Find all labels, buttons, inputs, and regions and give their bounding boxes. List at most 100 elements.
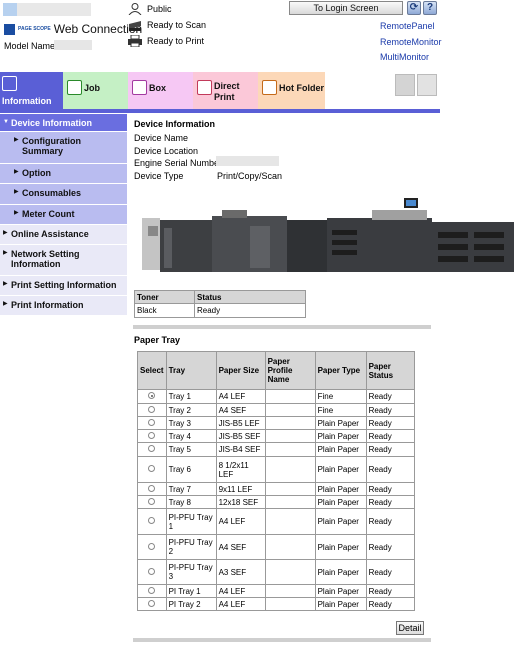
sidebar-item-print-information[interactable]: ▶ Print Information <box>0 296 127 316</box>
sidebar-item-label: Meter Count <box>22 209 75 219</box>
toner-header-status: Status <box>194 290 306 304</box>
sidebar-item-online-assistance[interactable]: ▶ Online Assistance <box>0 225 127 245</box>
main-tabs: Information Job Box Direct Print Hot Fol… <box>0 72 517 110</box>
tray-header-paper-size: Paper Size <box>215 351 266 390</box>
device-type-label: Device Type <box>134 171 184 181</box>
hot-folder-icon <box>262 80 277 95</box>
tray-paper-size: JIS-B5 SEF <box>215 429 266 443</box>
tray-paper-profile <box>264 429 316 443</box>
pagescope-logo-icon <box>4 23 15 35</box>
tray-radio[interactable] <box>148 418 156 426</box>
help-icon[interactable]: ? <box>423 1 437 15</box>
tab-hot-folder[interactable]: Hot Folder <box>258 72 325 109</box>
tray-paper-type: Plain Paper <box>314 429 367 443</box>
box-icon <box>132 80 147 95</box>
tray-radio[interactable] <box>148 517 156 524</box>
tray-radio[interactable] <box>148 497 156 505</box>
table-row: Tray 6 8 1/2x11 LEF Plain Paper Ready <box>137 456 416 483</box>
login-screen-button[interactable]: To Login Screen <box>289 1 403 15</box>
tray-radio[interactable] <box>148 599 156 607</box>
tab-direct-print-line1: Direct <box>214 81 240 91</box>
page-title: Device Information <box>134 119 216 129</box>
tray-name: Tray 4 <box>165 429 217 443</box>
tray-paper-status: Ready <box>365 456 416 483</box>
tray-paper-profile <box>264 403 316 417</box>
toner-header-toner: Toner <box>134 290 195 304</box>
tray-select-cell <box>137 416 167 430</box>
tray-paper-type: Fine <box>314 403 367 417</box>
tray-name: Tray 6 <box>165 456 217 483</box>
tray-name: PI Tray 1 <box>165 584 217 598</box>
device-image <box>142 198 514 272</box>
tray-radio[interactable] <box>148 445 156 452</box>
remote-panel-link[interactable]: RemotePanel <box>380 21 435 31</box>
tray-paper-profile <box>264 559 316 585</box>
chevron-right-icon: ▶ <box>14 210 19 216</box>
printer-icon <box>128 34 142 48</box>
user-icon <box>128 3 142 16</box>
tray-paper-type: Plain Paper <box>314 584 367 598</box>
chevron-right-icon: ▶ <box>3 230 8 236</box>
tray-paper-size: A4 LEF <box>215 508 266 535</box>
tab-direct-print[interactable]: Direct Print <box>193 72 258 109</box>
brand-banner <box>3 3 91 16</box>
tray-name: Tray 8 <box>165 495 217 509</box>
section-divider <box>133 638 431 642</box>
tray-paper-status: Ready <box>365 416 416 430</box>
user-status: Public <box>128 3 172 16</box>
table-row: Tray 8 12x18 SEF Plain Paper Ready <box>137 495 416 509</box>
tab-information[interactable]: Information <box>0 72 63 109</box>
tray-select-cell <box>137 389 167 404</box>
sidebar-item-label: Network Setting Information <box>11 249 80 269</box>
multi-monitor-link[interactable]: MultiMonitor <box>380 52 429 62</box>
table-row: PI-PFU Tray 2 A4 SEF Plain Paper Ready <box>137 534 416 560</box>
tray-paper-profile <box>264 442 316 457</box>
tray-radio[interactable] <box>148 465 156 472</box>
tray-radio[interactable] <box>148 405 156 413</box>
tray-radio[interactable] <box>148 567 156 575</box>
toner-status: Ready <box>194 303 306 318</box>
sidebar-item-meter-count[interactable]: ▶ Meter Count <box>0 205 127 225</box>
chevron-right-icon: ▶ <box>14 169 19 175</box>
camera-icon[interactable] <box>395 74 415 96</box>
tray-radio[interactable] <box>148 484 156 492</box>
tab-box-label: Box <box>149 83 167 93</box>
tray-paper-type: Plain Paper <box>314 534 367 560</box>
detail-button[interactable]: Detail <box>396 621 424 635</box>
sidebar-item-network-setting-information[interactable]: ▶ Network Setting Information <box>0 245 127 276</box>
tray-paper-profile <box>264 482 316 496</box>
sidebar-item-configuration-summary[interactable]: ▶ Configuration Summary <box>0 132 127 164</box>
tray-radio[interactable] <box>148 392 156 399</box>
tray-radio[interactable] <box>148 586 156 594</box>
sidebar-item-print-setting-information[interactable]: ▶ Print Setting Information <box>0 276 127 296</box>
tab-job[interactable]: Job <box>63 72 128 109</box>
tray-paper-profile <box>264 416 316 430</box>
tray-header-paper-status: Paper Status <box>365 351 416 390</box>
chevron-down-icon: ▼ <box>3 119 9 125</box>
sidebar-item-label: Device Information <box>11 118 93 128</box>
tab-box[interactable]: Box <box>128 72 193 109</box>
tray-paper-profile <box>264 456 316 483</box>
tray-paper-status: Ready <box>365 495 416 509</box>
tray-paper-profile <box>264 534 316 560</box>
tray-paper-size: A4 LEF <box>215 597 266 611</box>
tray-radio[interactable] <box>148 431 156 439</box>
sidebar-item-option[interactable]: ▶ Option <box>0 164 127 184</box>
tray-name: PI-PFU Tray 1 <box>165 508 217 535</box>
paper-tray-table: Select Tray Paper Size Paper Profile Nam… <box>137 351 416 611</box>
monitor-icon[interactable] <box>417 74 437 96</box>
tray-paper-size: 9x11 LEF <box>215 482 266 496</box>
tray-paper-size: JIS-B4 SEF <box>215 442 266 457</box>
logo-small-text: PAGE SCOPE <box>18 25 51 32</box>
refresh-icon[interactable]: ⟳ <box>407 1 421 15</box>
sidebar-item-device-information[interactable]: ▼ Device Information <box>0 114 127 132</box>
remote-monitor-link[interactable]: RemoteMonitor <box>380 37 442 47</box>
tray-paper-profile <box>264 495 316 509</box>
sidebar-item-consumables[interactable]: ▶ Consumables <box>0 184 127 205</box>
tray-paper-profile <box>264 597 316 611</box>
tray-paper-size: A4 LEF <box>215 584 266 598</box>
tab-job-label: Job <box>84 83 101 93</box>
sidebar: ▼ Device Information ▶ Configuration Sum… <box>0 114 127 316</box>
tray-radio[interactable] <box>148 542 156 550</box>
tray-paper-status: Ready <box>365 442 416 457</box>
